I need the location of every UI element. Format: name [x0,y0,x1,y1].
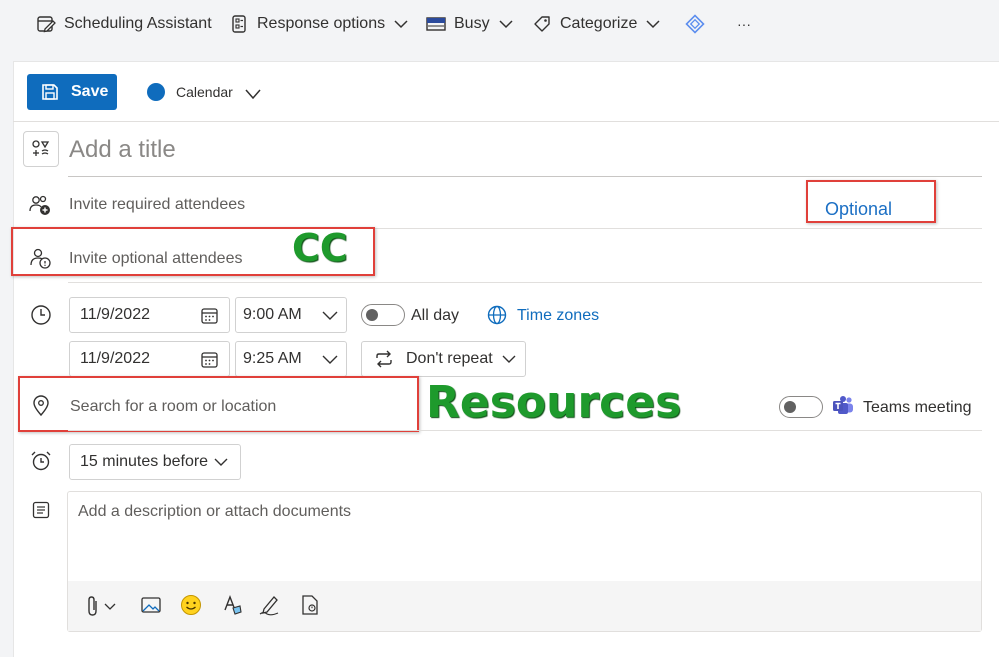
formatting-toolbar [68,581,981,631]
resources-annotation: Resources [426,377,682,428]
image-icon[interactable] [141,596,161,614]
description-editor[interactable]: Add a description or attach documents [67,491,982,632]
all-day-toggle[interactable] [361,304,405,326]
response-options-icon [232,15,246,33]
response-options-label: Response options [257,15,386,32]
show-as-busy-button[interactable]: Busy [426,8,513,40]
toggle-knob [784,401,796,413]
highlight-box-optional [806,180,936,223]
save-button[interactable]: Save [27,74,117,110]
end-date-value: 11/9/2022 [80,350,150,367]
save-label: Save [71,83,109,100]
add-in-diamond-icon [685,14,705,34]
divider [68,430,982,431]
start-time-value: 9:00 AM [243,306,302,323]
paperclip-icon[interactable] [86,595,100,617]
chevron-down-icon [322,355,338,364]
repeat-arrows-icon [376,350,392,368]
chevron-down-icon [394,20,408,29]
calendar-icon [201,308,218,324]
highlight-box-resources [18,376,419,432]
reminder-dropdown[interactable]: 15 minutes before [69,444,241,480]
divider [68,282,982,283]
globe-icon[interactable] [487,305,507,325]
chevron-down-icon [646,20,660,29]
start-date-value: 11/9/2022 [80,306,150,323]
repeat-value: Don't repeat [406,350,493,367]
repeat-dropdown[interactable]: Don't repeat [361,341,526,377]
teams-meeting-toggle[interactable] [779,396,823,418]
categorize-label: Categorize [560,15,638,32]
format-painter-icon[interactable] [221,594,243,616]
emoji-icon[interactable] [180,594,202,616]
chevron-down-icon[interactable] [104,602,116,611]
add-people-icon [29,195,50,215]
end-time-value: 9:25 AM [243,350,302,367]
shapes-icon [32,140,50,156]
all-day-label: All day [411,307,460,324]
event-type-button[interactable] [23,131,59,167]
alarm-clock-icon [31,451,51,471]
response-options-button[interactable]: Response options [231,8,408,40]
chevron-down-icon [322,311,338,320]
command-bar: Scheduling Assistant Response options Bu… [0,0,999,48]
clock-icon [31,305,51,325]
toggle-knob [366,309,378,321]
more-options-button[interactable]: ··· [737,8,751,40]
notes-icon [32,501,50,519]
more-options-label: ··· [737,16,751,32]
busy-status-icon [426,17,446,31]
required-attendees-input[interactable]: Invite required attendees [69,196,245,214]
chevron-down-icon [502,355,516,363]
loop-component-icon[interactable] [300,594,320,616]
teams-logo-icon [833,396,853,414]
start-time-picker[interactable]: 9:00 AM [235,297,347,333]
signature-pen-icon[interactable] [258,594,280,616]
tag-icon [534,16,550,32]
teams-meeting-label: Teams meeting [863,399,972,416]
end-date-picker[interactable]: 11/9/2022 [69,341,230,377]
cc-annotation: CC [292,226,348,270]
scheduling-assistant-label: Scheduling Assistant [64,15,212,32]
start-date-picker[interactable]: 11/9/2022 [69,297,230,333]
chevron-down-icon [499,20,513,29]
title-underline [68,176,982,177]
scheduling-assistant-icon [37,16,56,33]
add-in-button[interactable] [684,8,706,40]
calendar-color-dot [147,83,165,101]
calendar-icon [201,352,218,368]
save-icon [42,84,58,100]
divider [13,121,999,122]
chevron-down-icon[interactable] [245,88,261,100]
title-input[interactable]: Add a title [69,136,176,164]
description-placeholder: Add a description or attach documents [78,503,352,520]
categorize-button[interactable]: Categorize [532,8,660,40]
chevron-down-icon [214,458,228,466]
scheduling-assistant-button[interactable]: Scheduling Assistant [36,8,212,40]
calendar-label[interactable]: Calendar [176,84,233,100]
reminder-value: 15 minutes before [80,453,209,470]
busy-label: Busy [454,15,490,32]
end-time-picker[interactable]: 9:25 AM [235,341,347,377]
time-zones-link[interactable]: Time zones [517,307,599,325]
